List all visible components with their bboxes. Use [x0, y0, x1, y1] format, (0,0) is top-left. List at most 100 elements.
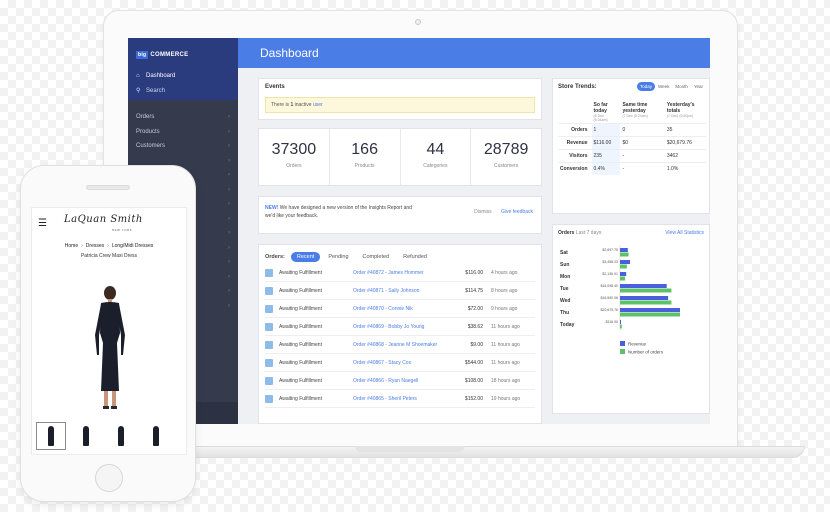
value-label: $3,458.23 — [602, 260, 618, 264]
order-link[interactable]: Order #40870 - Connie Nik — [353, 306, 453, 312]
breadcrumb-item[interactable]: Long/Midi Dresses — [112, 243, 153, 249]
breadcrumb-item[interactable]: Home — [65, 243, 78, 249]
order-row[interactable]: Awaiting Fulfillment Order #40869 - Bobby… — [265, 318, 535, 336]
value-label: $116.00 — [606, 320, 618, 324]
inactive-user-alert: There is 1 inactive user — [265, 97, 535, 113]
order-row[interactable]: Awaiting Fulfillment Order #40870 - Conni… — [265, 300, 535, 318]
trends-cell: - — [620, 162, 665, 175]
stat-label: Customers — [494, 163, 519, 169]
orders-tab[interactable]: Pending — [322, 252, 354, 262]
phone-speaker — [86, 185, 130, 190]
trend-tab[interactable]: Year — [691, 82, 706, 91]
alert-text-mid: inactive — [294, 102, 312, 108]
order-link[interactable]: Order #40872 - James Hommer — [353, 270, 453, 276]
sidebar-item-dashboard[interactable]: ⌂ Dashboard — [136, 68, 230, 83]
inactive-user-link[interactable]: user — [313, 102, 323, 108]
order-row[interactable]: Awaiting Fulfillment Order #40865 - Sheri… — [265, 390, 535, 408]
trends-cell: 3462 — [664, 149, 706, 163]
stat-value: 37300 — [271, 141, 317, 158]
col-yesterday-totals: Yesterday's totals (7 Dec) (5:50pm) — [665, 101, 706, 124]
order-row[interactable]: Awaiting Fulfillment Order #40867 - Stacy… — [265, 354, 535, 372]
order-time: 11 hours ago — [491, 359, 520, 366]
chevron-right-icon: › — [228, 172, 230, 179]
brand-sub: NEW YORK — [112, 228, 133, 232]
order-link[interactable]: Order #40868 - Jeanne M Shoemaker — [353, 342, 453, 348]
trends-row: Orders 1 0 35 — [558, 123, 706, 137]
orders-bar — [620, 264, 627, 269]
trends-table: So far today (8 Dec (5:24am) Same time ye… — [558, 101, 706, 175]
revenue-bar — [620, 308, 680, 312]
order-link[interactable]: Order #40869 - Bobby Jo Young — [353, 324, 453, 330]
stat-label: Categories — [423, 163, 448, 169]
logo[interactable]: big COMMERCE — [136, 46, 230, 64]
orders-bar — [620, 312, 680, 317]
chevron-right-icon: › — [228, 143, 230, 150]
news-card: NEW! We have designed a new version of t… — [258, 196, 542, 234]
dismiss-button[interactable]: Dismiss — [474, 209, 492, 215]
order-link[interactable]: Order #40867 - Stacy Cox — [353, 360, 453, 366]
value-label: $16,098.40 — [600, 284, 618, 288]
sidebar-item[interactable]: Orders › — [136, 110, 230, 125]
order-row[interactable]: Awaiting Fulfillment Order #40866 - Ryan … — [265, 372, 535, 390]
orders-tab[interactable]: Completed — [357, 252, 396, 262]
order-amount: $9.00 — [470, 341, 483, 348]
order-amount: $108.00 — [464, 377, 483, 384]
col-sub: (8 Dec (5:24am) — [593, 114, 608, 122]
stat-tile[interactable]: 44 Categories — [401, 129, 472, 185]
legend-label: Number of orders — [628, 350, 664, 355]
breadcrumb-item[interactable]: Dresses — [86, 243, 104, 249]
phone-frame: ☰ LaQuan Smith NEW YORK Home › Dresses › Lon… — [20, 165, 196, 502]
search-icon: ⚲ — [136, 88, 141, 94]
product-thumbnail[interactable] — [106, 422, 136, 450]
order-status: Awaiting Fulfillment — [279, 269, 322, 276]
order-row[interactable]: Awaiting Fulfillment Order #40872 - James… — [265, 264, 535, 282]
hamburger-menu-icon[interactable]: ☰ — [38, 218, 47, 229]
view-all-statistics-link[interactable]: View All Statistics — [665, 230, 704, 236]
order-link[interactable]: Order #40865 - Sheril Peters — [353, 396, 453, 402]
logo-text: COMMERCE — [150, 52, 189, 58]
order-row[interactable]: Awaiting Fulfillment Order #40868 - Jeann… — [265, 336, 535, 354]
order-link[interactable]: Order #40871 - Sally Johnson — [353, 288, 453, 294]
store-brand-logo[interactable]: LaQuan Smith — [64, 214, 143, 225]
phone-home-button[interactable] — [95, 464, 123, 492]
trends-cell: 1.0% — [664, 162, 706, 175]
stat-tile[interactable]: 166 Products — [330, 129, 401, 185]
orders-tab[interactable]: Recent — [290, 252, 321, 262]
order-status: Awaiting Fulfillment — [279, 305, 322, 312]
sidebar-item[interactable]: Products › — [136, 125, 230, 140]
order-link[interactable]: Order #40866 - Ryan Naegell — [353, 378, 453, 384]
home-icon: ⌂ — [136, 72, 140, 79]
phone-screen: ☰ LaQuan Smith NEW YORK Home › Dresses › Lon… — [31, 207, 187, 455]
document-icon — [265, 376, 273, 385]
stat-tile[interactable]: 28789 Customers — [471, 129, 541, 185]
chevron-right-icon: › — [228, 201, 230, 208]
orders-tab[interactable]: Refunded — [397, 252, 433, 262]
order-row[interactable]: Awaiting Fulfillment Order #40871 - Sally… — [265, 282, 535, 300]
orders-title: Orders: — [265, 254, 285, 260]
product-image[interactable] — [80, 283, 140, 415]
logo-badge: big — [136, 51, 149, 59]
product-thumbnail[interactable] — [71, 422, 101, 450]
product-thumbnail[interactable] — [141, 422, 171, 450]
category-label: Mon — [560, 274, 570, 280]
order-time: 19 hours ago — [491, 395, 521, 402]
chevron-right-icon: › — [228, 215, 230, 222]
category-label: Today — [560, 322, 575, 328]
sidebar-item-search[interactable]: ⚲ Search — [136, 83, 230, 98]
breadcrumb: Home › Dresses › Long/Midi Dresses — [32, 243, 186, 249]
trends-cell: $116.00 — [591, 136, 621, 150]
trend-tab[interactable]: Today — [636, 82, 655, 91]
trend-tab[interactable]: Month — [672, 82, 691, 91]
sidebar-item[interactable]: Customers › — [136, 139, 230, 154]
category-label: Sun — [560, 262, 569, 268]
stat-tile[interactable]: 37300 Orders — [259, 129, 330, 185]
orders-bar-chart: Sat $2,697.75 Sun $3,458.23 Mon $2,136.01 Tue $… — [560, 245, 680, 355]
product-thumbnail[interactable] — [36, 422, 66, 450]
mobile-header: ☰ LaQuan Smith NEW YORK — [32, 208, 186, 238]
orders-bar — [620, 300, 672, 305]
give-feedback-link[interactable]: Give feedback — [501, 209, 533, 215]
col-title: Same time yesterday — [622, 102, 648, 114]
trend-tab[interactable]: Week — [655, 82, 672, 91]
revenue-bar — [620, 248, 628, 252]
value-label: $20,679.76 — [600, 308, 618, 312]
